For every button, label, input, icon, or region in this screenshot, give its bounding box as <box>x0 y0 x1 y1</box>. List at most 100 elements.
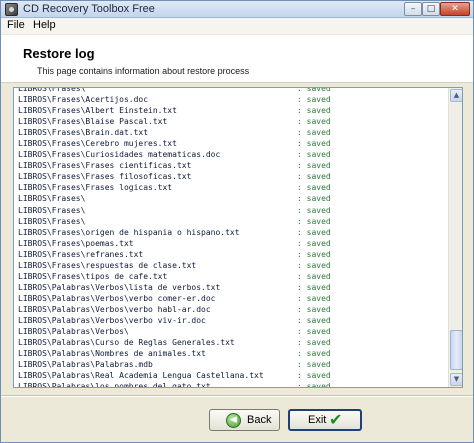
maximize-button[interactable]: □ <box>422 2 440 16</box>
checkmark-icon: ✔ <box>329 410 343 429</box>
log-entry-status: : saved <box>297 360 331 370</box>
log-entry-path: LIBROS\Frases\ <box>18 88 86 93</box>
back-arrow-icon: ◀ <box>226 413 241 428</box>
log-entry-path: LIBROS\Frases\Frases logicas.txt <box>18 183 173 193</box>
log-entry-row: LIBROS\Frases\Frases logicas.txt : saved <box>18 183 448 192</box>
log-entry-row: LIBROS\Palabras\Verbos\verbo habl-ar.doc… <box>18 305 448 314</box>
vertical-scrollbar[interactable]: ▲ ▼ <box>448 88 462 387</box>
log-entry-row: LIBROS\Frases\ : saved <box>18 194 448 203</box>
window-title: CD Recovery Toolbox Free <box>23 3 155 15</box>
log-entry-row: LIBROS\Frases\Acertijos.doc: saved <box>18 95 448 104</box>
log-entry-row: LIBROS\Frases\ : saved <box>18 88 448 93</box>
log-entry-status: : saved <box>297 150 331 160</box>
log-entry-row: LIBROS\Frases\Frases filosoficas.txt: sa… <box>18 172 448 181</box>
page-title: Restore log <box>23 46 95 61</box>
log-entry-status: : saved <box>297 106 331 116</box>
log-entry-path: LIBROS\Frases\poemas.txt <box>18 238 134 248</box>
log-entry-status: : saved <box>297 194 331 204</box>
log-entry-path: LIBROS\Frases\Frases filosoficas.txt <box>18 172 192 182</box>
log-entry-status: : saved <box>297 227 331 237</box>
log-entry-status: : saved <box>297 216 331 226</box>
log-entry-path: LIBROS\Frases\refranes.txt <box>18 249 144 259</box>
scroll-thumb[interactable] <box>450 330 462 370</box>
log-entry-status: : saved <box>297 128 331 138</box>
restore-log-panel[interactable]: LIBROS\Frases\: saved LIBROS\Frases\Acert… <box>13 87 463 388</box>
log-entry-path: LIBROS\Frases\Brain.dat.txt <box>18 128 149 138</box>
minimize-button[interactable]: – <box>404 2 422 16</box>
log-entry-path: LIBROS\Frases\respuestas de clase.txt <box>18 260 197 270</box>
back-button-label: Back <box>247 414 272 426</box>
log-entry-path: LIBROS\Frases\Curiosidades matematicas.d… <box>18 150 221 160</box>
log-entry-status: : saved <box>297 382 331 387</box>
log-entry-path: LIBROS\Frases\origen de hispania o hispa… <box>18 227 240 237</box>
restore-log-list: LIBROS\Frases\: saved LIBROS\Frases\Acert… <box>14 88 448 387</box>
title-bar[interactable]: CD Recovery Toolbox Free – □ ✕ <box>1 1 473 18</box>
log-entry-row: LIBROS\Palabras\Verbos\verbo viv-ir.doc:… <box>18 316 448 325</box>
log-entry-row: LIBROS\Palabras\Verbos\ : saved <box>18 327 448 336</box>
scroll-down-arrow-icon[interactable]: ▼ <box>450 373 462 386</box>
page-subtitle: This page contains information about res… <box>37 66 250 76</box>
log-entry-path: LIBROS\Palabras\Verbos\verbo comer-er.do… <box>18 293 216 303</box>
scroll-up-arrow-icon[interactable]: ▲ <box>450 89 462 102</box>
log-entry-path: LIBROS\Palabras\Nombres de animales.txt <box>18 349 206 359</box>
log-entry-status: : saved <box>297 327 331 337</box>
log-entry-path: LIBROS\Palabras\Real Academia Lengua Cas… <box>18 371 264 381</box>
log-entry-status: : saved <box>297 95 331 105</box>
log-entry-status: : saved <box>297 238 331 248</box>
log-entry-status: : saved <box>297 293 331 303</box>
log-entry-status: : saved <box>297 205 331 215</box>
footer-divider <box>1 395 473 397</box>
log-entry-status: : saved <box>297 117 331 127</box>
log-entry-path: LIBROS\Palabras\Verbos\ <box>18 327 129 337</box>
exit-button-label: Exit <box>308 414 327 426</box>
log-entry-row: LIBROS\Frases\ : saved <box>18 217 448 226</box>
log-entry-path: LIBROS\Frases\Frases cientificas.txt <box>18 161 192 171</box>
log-entry-path: LIBROS\Palabras\Curso de Reglas Generale… <box>18 338 235 348</box>
log-entry-row: LIBROS\Frases\ : saved <box>18 206 448 215</box>
menu-file[interactable]: File <box>7 19 25 31</box>
log-entry-row: LIBROS\Frases\Cerebro mujeres.txt : saved <box>18 139 448 148</box>
log-entry-status: : saved <box>297 88 331 93</box>
log-entry-row: LIBROS\Frases\tipos de cafe.txt : saved <box>18 272 448 281</box>
log-entry-path: LIBROS\Palabras\Verbos\verbo viv-ir.doc <box>18 315 206 325</box>
exit-button[interactable]: Exit ✔ <box>288 409 362 431</box>
log-entry-row: LIBROS\Frases\respuestas de clase.txt : s… <box>18 261 448 270</box>
log-entry-status: : saved <box>297 282 331 292</box>
log-entry-status: : saved <box>297 338 331 348</box>
menu-help[interactable]: Help <box>33 19 56 31</box>
log-entry-row: LIBROS\Palabras\Real Academia Lengua Cas… <box>18 371 448 380</box>
log-entry-row: LIBROS\Frases\Brain.dat.txt : saved <box>18 128 448 137</box>
log-entry-path: LIBROS\Frases\Blaise Pascal.txt <box>18 117 168 127</box>
log-entry-row: LIBROS\Palabras\Curso de Reglas Generale… <box>18 338 448 347</box>
log-entry-path: LIBROS\Frases\Albert Einstein.txt <box>18 106 177 116</box>
log-entry-status: : saved <box>297 260 331 270</box>
log-entry-row: LIBROS\Frases\refranes.txt: saved <box>18 250 448 259</box>
log-entry-path: LIBROS\Frases\ <box>18 216 86 226</box>
log-entry-row: LIBROS\Frases\Albert Einstein.txt : saved <box>18 106 448 115</box>
log-entry-row: LIBROS\Palabras\Palabras.mdb : saved <box>18 360 448 369</box>
log-entry-status: : saved <box>297 183 331 193</box>
log-entry-row: LIBROS\Palabras\Verbos\lista de verbos.t… <box>18 283 448 292</box>
log-entry-status: : saved <box>297 161 331 171</box>
log-entry-path: LIBROS\Frases\ <box>18 194 86 204</box>
log-entry-path: LIBROS\Frases\ <box>18 205 86 215</box>
log-entry-row: LIBROS\Palabras\Verbos\verbo comer-er.do… <box>18 294 448 303</box>
log-entry-path: LIBROS\Palabras\Palabras.mdb <box>18 360 153 370</box>
log-entry-row: LIBROS\Frases\poemas.txt : saved <box>18 239 448 248</box>
log-entry-row: LIBROS\Palabras\Nombres de animales.txt:… <box>18 349 448 358</box>
log-entry-row: LIBROS\Frases\origen de hispania o hispa… <box>18 228 448 237</box>
log-entry-path: LIBROS\Palabras\los nombres del gato.txt <box>18 382 211 387</box>
app-cd-icon <box>5 3 18 16</box>
menu-bar: File Help <box>1 18 473 34</box>
log-entry-status: : saved <box>297 139 331 149</box>
back-button[interactable]: ◀ Back <box>209 409 280 431</box>
log-entry-path: LIBROS\Palabras\Verbos\lista de verbos.t… <box>18 282 221 292</box>
close-button[interactable]: ✕ <box>440 2 470 16</box>
log-entry-path: LIBROS\Frases\Cerebro mujeres.txt <box>18 139 177 149</box>
log-entry-row: LIBROS\Palabras\los nombres del gato.txt… <box>18 382 448 387</box>
log-entry-status: : saved <box>297 349 331 359</box>
log-entry-path: LIBROS\Frases\tipos de cafe.txt <box>18 271 168 281</box>
log-entry-status: : saved <box>297 271 331 281</box>
app-window: CD Recovery Toolbox Free – □ ✕ File Help… <box>0 0 474 443</box>
page-header: Restore log This page contains informati… <box>1 35 473 83</box>
